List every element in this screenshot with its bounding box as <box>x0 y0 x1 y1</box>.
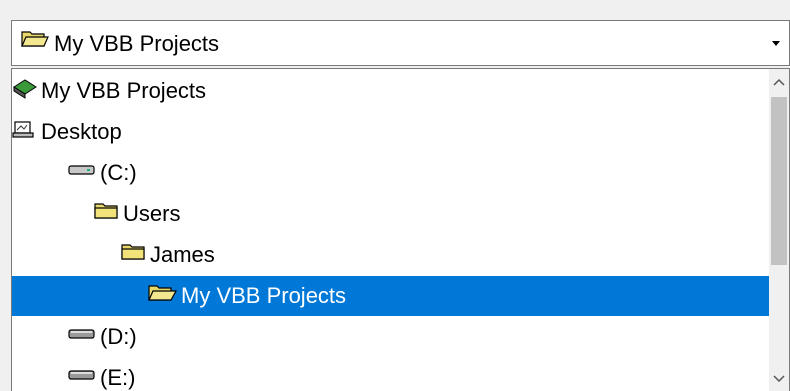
list-item-label: (C:) <box>100 160 137 185</box>
list-item[interactable]: (D:) <box>12 317 789 357</box>
chevron-down-icon <box>772 41 780 46</box>
drive-icon <box>67 324 97 350</box>
list-item-label: My VBB Projects <box>41 78 207 103</box>
vertical-scrollbar[interactable] <box>769 69 789 391</box>
list-item-label: (D:) <box>100 324 137 349</box>
open-folder-icon <box>148 283 178 309</box>
desktop-icon <box>12 118 38 146</box>
list-item-label: (E:) <box>100 365 136 390</box>
list-item[interactable]: My VBB Projects <box>12 71 769 111</box>
user-home-icon <box>12 77 38 105</box>
scrollbar-thumb[interactable] <box>771 97 787 265</box>
list-item-label: My VBB Projects <box>181 283 347 308</box>
list-item[interactable]: Users <box>12 194 789 234</box>
list-item-label: Desktop <box>41 119 122 144</box>
open-folder-icon <box>21 29 49 49</box>
dropdown-button[interactable] <box>763 21 789 65</box>
list-item-label: James <box>150 242 215 267</box>
list-item[interactable]: (C:) <box>12 153 789 193</box>
folder-icon <box>121 242 147 268</box>
folder-icon <box>94 201 120 227</box>
chevron-up-icon <box>773 78 785 86</box>
list-item[interactable]: My VBB Projects <box>12 276 789 316</box>
scroll-up-button[interactable] <box>769 69 789 95</box>
list-item[interactable]: Desktop <box>12 112 769 152</box>
chevron-down-icon <box>773 375 785 383</box>
folder-dropdown-list[interactable]: My VBB Projects Desktop (C:) Users James My V… <box>11 68 790 391</box>
list-item[interactable]: James <box>12 235 789 275</box>
list-item[interactable]: (E:) <box>12 358 789 391</box>
drive-icon <box>67 365 97 391</box>
list-item-label: Users <box>123 201 181 226</box>
hard-drive-icon <box>67 160 97 186</box>
combo-selected-label: My VBB Projects <box>54 31 220 56</box>
scroll-down-button[interactable] <box>769 366 789 391</box>
look-in-combobox[interactable]: My VBB Projects <box>11 20 790 66</box>
